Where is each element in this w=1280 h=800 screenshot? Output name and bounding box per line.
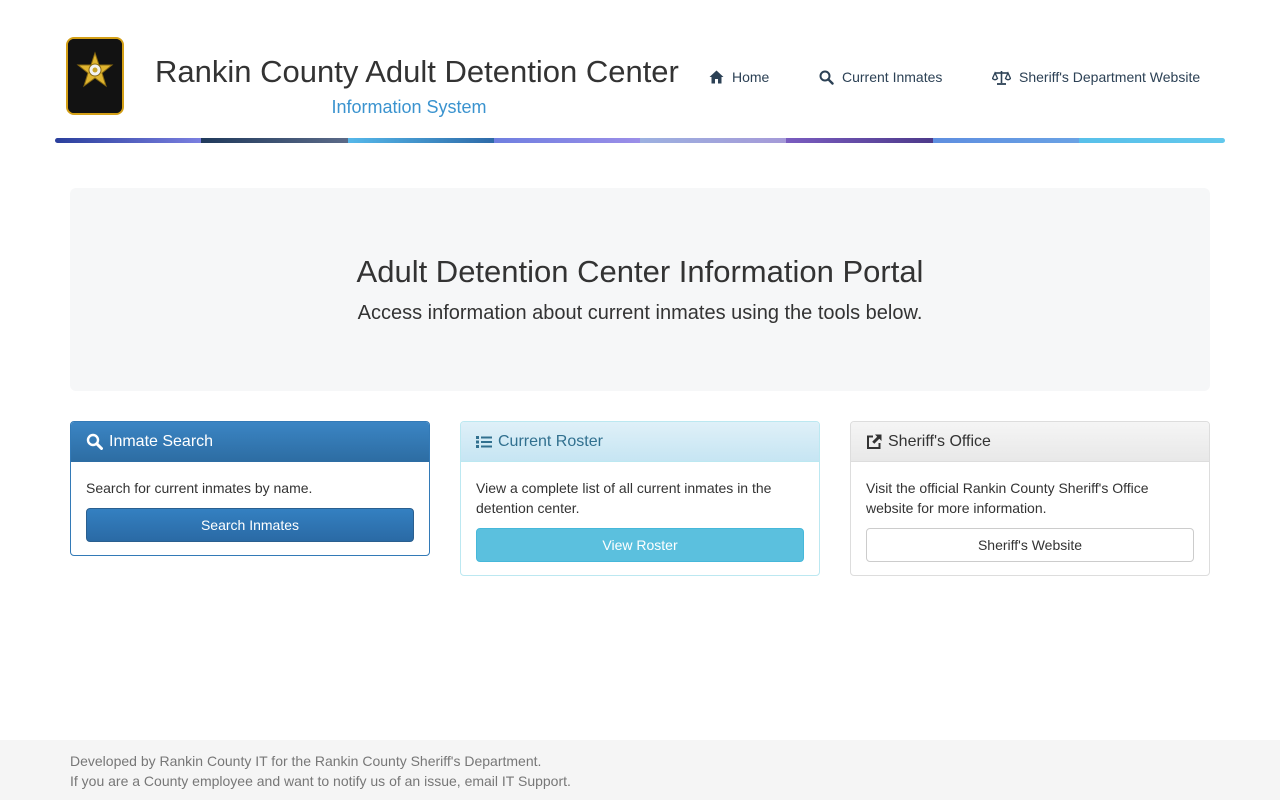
balance-scale-icon xyxy=(992,70,1011,85)
sheriffs-office-panel-heading: Sheriff's Office xyxy=(851,422,1209,462)
site-header: Rankin County Adult Detention Center Inf… xyxy=(0,0,1280,145)
header-accent-bar xyxy=(55,138,1225,143)
footer-developer-credit: Developed by Rankin County IT for the Ra… xyxy=(70,753,542,769)
inmate-search-panel-body: Search for current inmates by name. Sear… xyxy=(71,462,429,557)
portal-lead-text: Access information about current inmates… xyxy=(357,302,923,324)
search-inmates-button[interactable]: Search Inmates xyxy=(86,508,414,542)
current-roster-panel-title: Current Roster xyxy=(498,432,603,450)
view-roster-button[interactable]: View Roster xyxy=(476,528,804,562)
inmate-search-panel-title: Inmate Search xyxy=(109,432,214,450)
footer-support-notice: If you are a County employee and want to… xyxy=(70,773,571,789)
inmate-search-panel: Inmate Search Search for current inmates… xyxy=(70,421,430,556)
sheriff-star-icon xyxy=(68,39,122,113)
search-icon xyxy=(86,433,103,450)
nav-home-link[interactable]: Home xyxy=(709,66,769,88)
list-icon xyxy=(476,435,492,448)
sheriff-badge-logo[interactable] xyxy=(66,37,124,115)
search-icon xyxy=(819,70,834,85)
portal-title: Adult Detention Center Information Porta… xyxy=(356,254,924,289)
site-title: Rankin County Adult Detention Center xyxy=(155,54,679,89)
sheriffs-office-description: Visit the official Rankin County Sheriff… xyxy=(866,480,1149,516)
nav-home-label: Home xyxy=(732,69,770,85)
sheriffs-website-button[interactable]: Sheriff's Website xyxy=(866,528,1194,562)
site-subtitle: Information System xyxy=(331,97,487,117)
nav-current-inmates-link[interactable]: Current Inmates xyxy=(819,66,942,88)
sheriffs-office-panel-title: Sheriff's Office xyxy=(888,432,991,450)
external-link-icon xyxy=(867,434,882,449)
current-roster-panel: Current Roster View a complete list of a… xyxy=(460,421,820,576)
inmate-search-description: Search for current inmates by name. xyxy=(86,480,313,496)
current-roster-description: View a complete list of all current inma… xyxy=(476,480,772,516)
site-footer: Developed by Rankin County IT for the Ra… xyxy=(0,740,1280,800)
portal-hero: Adult Detention Center Information Porta… xyxy=(70,188,1210,391)
current-roster-panel-body: View a complete list of all current inma… xyxy=(461,462,819,577)
nav-sheriff-website-label: Sheriff's Department Website xyxy=(1019,69,1201,85)
current-roster-panel-heading: Current Roster xyxy=(461,422,819,462)
home-icon xyxy=(709,70,724,84)
nav-sheriff-website-link[interactable]: Sheriff's Department Website xyxy=(992,66,1200,88)
inmate-search-panel-heading: Inmate Search xyxy=(71,422,429,462)
sheriffs-office-panel-body: Visit the official Rankin County Sheriff… xyxy=(851,462,1209,577)
nav-current-inmates-label: Current Inmates xyxy=(842,69,943,85)
sheriffs-office-panel: Sheriff's Office Visit the official Rank… xyxy=(850,421,1210,576)
